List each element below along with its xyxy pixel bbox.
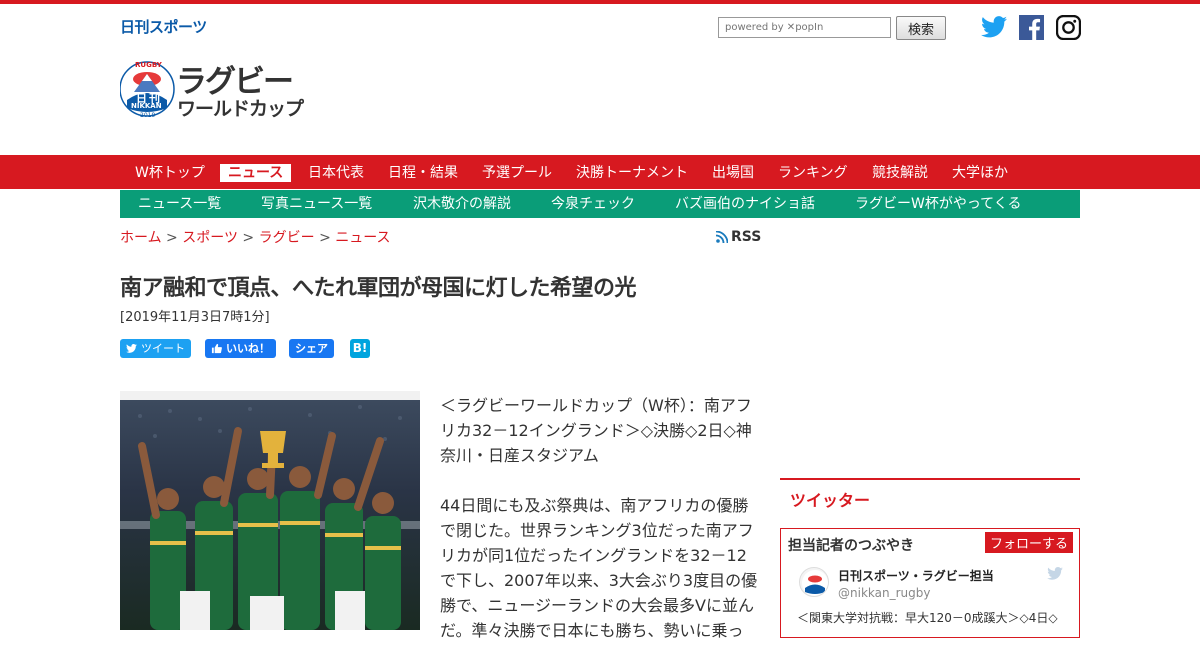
rss-link[interactable]: RSS: [716, 229, 761, 245]
rss-icon: [716, 231, 728, 243]
twitter-bird-icon: [1047, 565, 1063, 584]
nav-item-teams[interactable]: 出場国: [712, 164, 754, 182]
subnav-sawaki[interactable]: 沢木敬介の解説: [413, 195, 511, 213]
follow-button[interactable]: フォローする: [984, 532, 1073, 553]
logo-title-worldcup: ワールドカップ: [177, 98, 304, 120]
nav-item-pools[interactable]: 予選プール: [482, 164, 552, 182]
twitter-bird-icon: [126, 344, 137, 353]
nav-item-tournament[interactable]: 決勝トーナメント: [576, 164, 688, 182]
twitter-widget: 担当記者のつぶやき フォローする 日刊スポーツ・ラグビー担当 @nikkan_r…: [780, 528, 1080, 638]
tweet-button[interactable]: ツイート: [120, 339, 191, 358]
subnav-photo-news[interactable]: 写真ニュース一覧: [261, 195, 372, 213]
facebook-icon[interactable]: [1018, 14, 1044, 40]
subnav-news-list[interactable]: ニュース一覧: [138, 195, 221, 213]
logo-badge-year: 2019: [140, 112, 156, 119]
subnav-imaizumi[interactable]: 今泉チェック: [551, 195, 635, 213]
top-accent-bar: [0, 0, 1200, 4]
hatena-bookmark-button[interactable]: B!: [350, 339, 370, 358]
twitter-section: ツイッター: [780, 478, 1080, 518]
nav-item-news[interactable]: ニュース: [220, 164, 292, 182]
nav-item-university[interactable]: 大学ほか: [952, 164, 1008, 182]
twitter-account-handle[interactable]: @nikkan_rugby: [838, 586, 930, 600]
celebration-photo-image: [120, 391, 420, 630]
breadcrumb: ホーム > スポーツ > ラグビー > ニュース: [120, 227, 391, 247]
logo-badge-top: RUGBY: [135, 61, 162, 69]
fb-share-button[interactable]: シェア: [289, 339, 334, 358]
breadcrumb-sep: >: [166, 230, 178, 246]
nav-item-rules[interactable]: 競技解説: [872, 164, 928, 182]
rugby-wc-logo[interactable]: RUGBY 日刊 NIKKAN 2019 ラグビー ワールドカップ: [120, 56, 310, 122]
twitter-icon[interactable]: [981, 14, 1007, 40]
main-nav: W杯トップ ニュース 日本代表 日程・結果 予選プール 決勝トーナメント 出場国…: [0, 155, 1200, 189]
nikkan-rugby-avatar-icon: [802, 570, 828, 596]
rss-label: RSS: [731, 229, 762, 245]
search-button[interactable]: 検索: [896, 16, 946, 40]
breadcrumb-sep: >: [242, 230, 255, 246]
breadcrumb-sep: >: [319, 230, 331, 246]
article-paragraph: ＜ラグビーワールドカップ（W杯）：南アフリカ32－12イングランド＞◇決勝◇2日…: [440, 396, 752, 465]
breadcrumb-news[interactable]: ニュース: [335, 230, 390, 246]
subnav-buzz[interactable]: バズ画伯のナイショ話: [675, 195, 815, 213]
instagram-icon[interactable]: [1055, 14, 1081, 40]
nav-item-wc-top[interactable]: W杯トップ: [135, 164, 205, 182]
sub-nav: ニュース一覧 写真ニュース一覧 沢木敬介の解説 今泉チェック バズ画伯のナイショ…: [120, 190, 1080, 218]
breadcrumb-rugby[interactable]: ラグビー: [259, 230, 315, 246]
avatar[interactable]: [799, 567, 829, 597]
twitter-widget-title: 担当記者のつぶやき: [788, 538, 914, 554]
breadcrumb-sports[interactable]: スポーツ: [182, 230, 238, 246]
subnav-coming[interactable]: ラグビーW杯がやってくる: [855, 195, 1021, 213]
article-photo[interactable]: [120, 391, 420, 630]
article-title: 南ア融和で頂点、へたれ軍団が母国に灯した希望の光: [120, 276, 637, 301]
twitter-section-heading: ツイッター: [790, 491, 871, 510]
search-input[interactable]: [718, 17, 891, 38]
breadcrumb-home[interactable]: ホーム: [120, 230, 162, 246]
like-label: いいね！: [226, 342, 270, 355]
thumbs-up-icon: [211, 343, 222, 354]
brand-logo-nikkansports[interactable]: 日刊スポーツ: [120, 16, 207, 37]
like-button[interactable]: いいね！: [205, 339, 276, 358]
logo-badge-bottom: NIKKAN: [131, 102, 162, 110]
article-body: ＜ラグビーワールドカップ（W杯）：南アフリカ32－12イングランド＞◇決勝◇2日…: [440, 393, 762, 668]
nav-item-schedule[interactable]: 日程・結果: [388, 164, 458, 182]
nav-item-japan[interactable]: 日本代表: [308, 164, 364, 182]
tweet-text: ＜関東大学対抗戦：早大120－0成蹊大＞◇4日◇: [797, 611, 1058, 625]
nav-item-ranking[interactable]: ランキング: [778, 164, 848, 182]
article-paragraph: 44日間にも及ぶ祭典は、南アフリカの優勝で閉じた。世界ランキング3位だった南アフ…: [440, 496, 758, 640]
twitter-account-name[interactable]: 日刊スポーツ・ラグビー担当: [838, 567, 994, 584]
article-date: [2019年11月3日7時1分]: [120, 310, 270, 325]
tweet-label: ツイート: [141, 342, 185, 355]
